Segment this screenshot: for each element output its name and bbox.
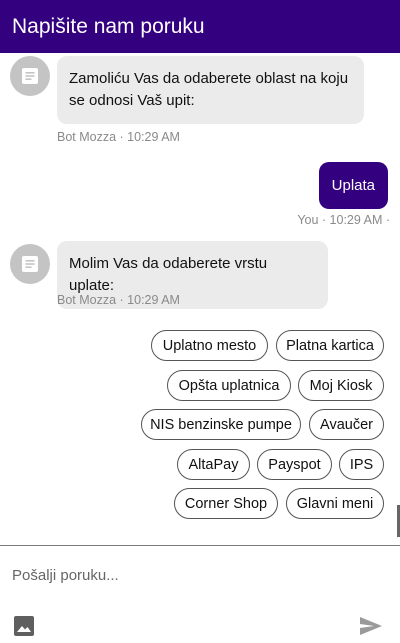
quick-reply-uplatno-mesto[interactable]: Uplatno mesto: [151, 330, 268, 361]
message-meta: You · 10:29 AM ·: [297, 213, 390, 227]
user-bubble: Uplata: [318, 162, 388, 209]
chat-header: Napišite nam poruku: [0, 0, 400, 53]
quick-reply-glavni-meni[interactable]: Glavni meni: [286, 488, 384, 519]
quick-reply-platna-kartica[interactable]: Platna kartica: [276, 330, 384, 361]
quick-reply-nis-benzinske-pumpe[interactable]: NIS benzinske pumpe: [141, 409, 301, 440]
quick-reply-altapay[interactable]: AltaPay: [177, 449, 250, 480]
bot-message: Zamoliću Vas da odaberete oblast na koju…: [10, 56, 364, 124]
bot-bubble: Zamoliću Vas da odaberete oblast na koju…: [57, 56, 364, 124]
quick-reply-opsta-uplatnica[interactable]: Opšta uplatnica: [167, 370, 291, 401]
send-icon[interactable]: [358, 614, 384, 638]
quick-reply-avaucer[interactable]: Avaučer: [309, 409, 384, 440]
quick-reply-payspot[interactable]: Payspot: [257, 449, 332, 480]
quick-reply-moj-kiosk[interactable]: Moj Kiosk: [298, 370, 384, 401]
document-icon: [22, 68, 38, 84]
message-input[interactable]: [0, 546, 400, 604]
message-list[interactable]: Zamoliću Vas da odaberete oblast na koju…: [0, 53, 400, 545]
bot-avatar: [10, 244, 50, 284]
quick-reply-ips[interactable]: IPS: [339, 449, 384, 480]
bot-avatar: [10, 56, 50, 96]
message-meta: Bot Mozza · 10:29 AM: [57, 130, 180, 144]
message-meta: Bot Mozza · 10:29 AM: [57, 293, 180, 307]
header-title: Napišite nam poruku: [12, 14, 205, 38]
image-icon[interactable]: [12, 614, 36, 638]
quick-reply-corner-shop[interactable]: Corner Shop: [174, 488, 278, 519]
document-icon: [22, 256, 38, 272]
